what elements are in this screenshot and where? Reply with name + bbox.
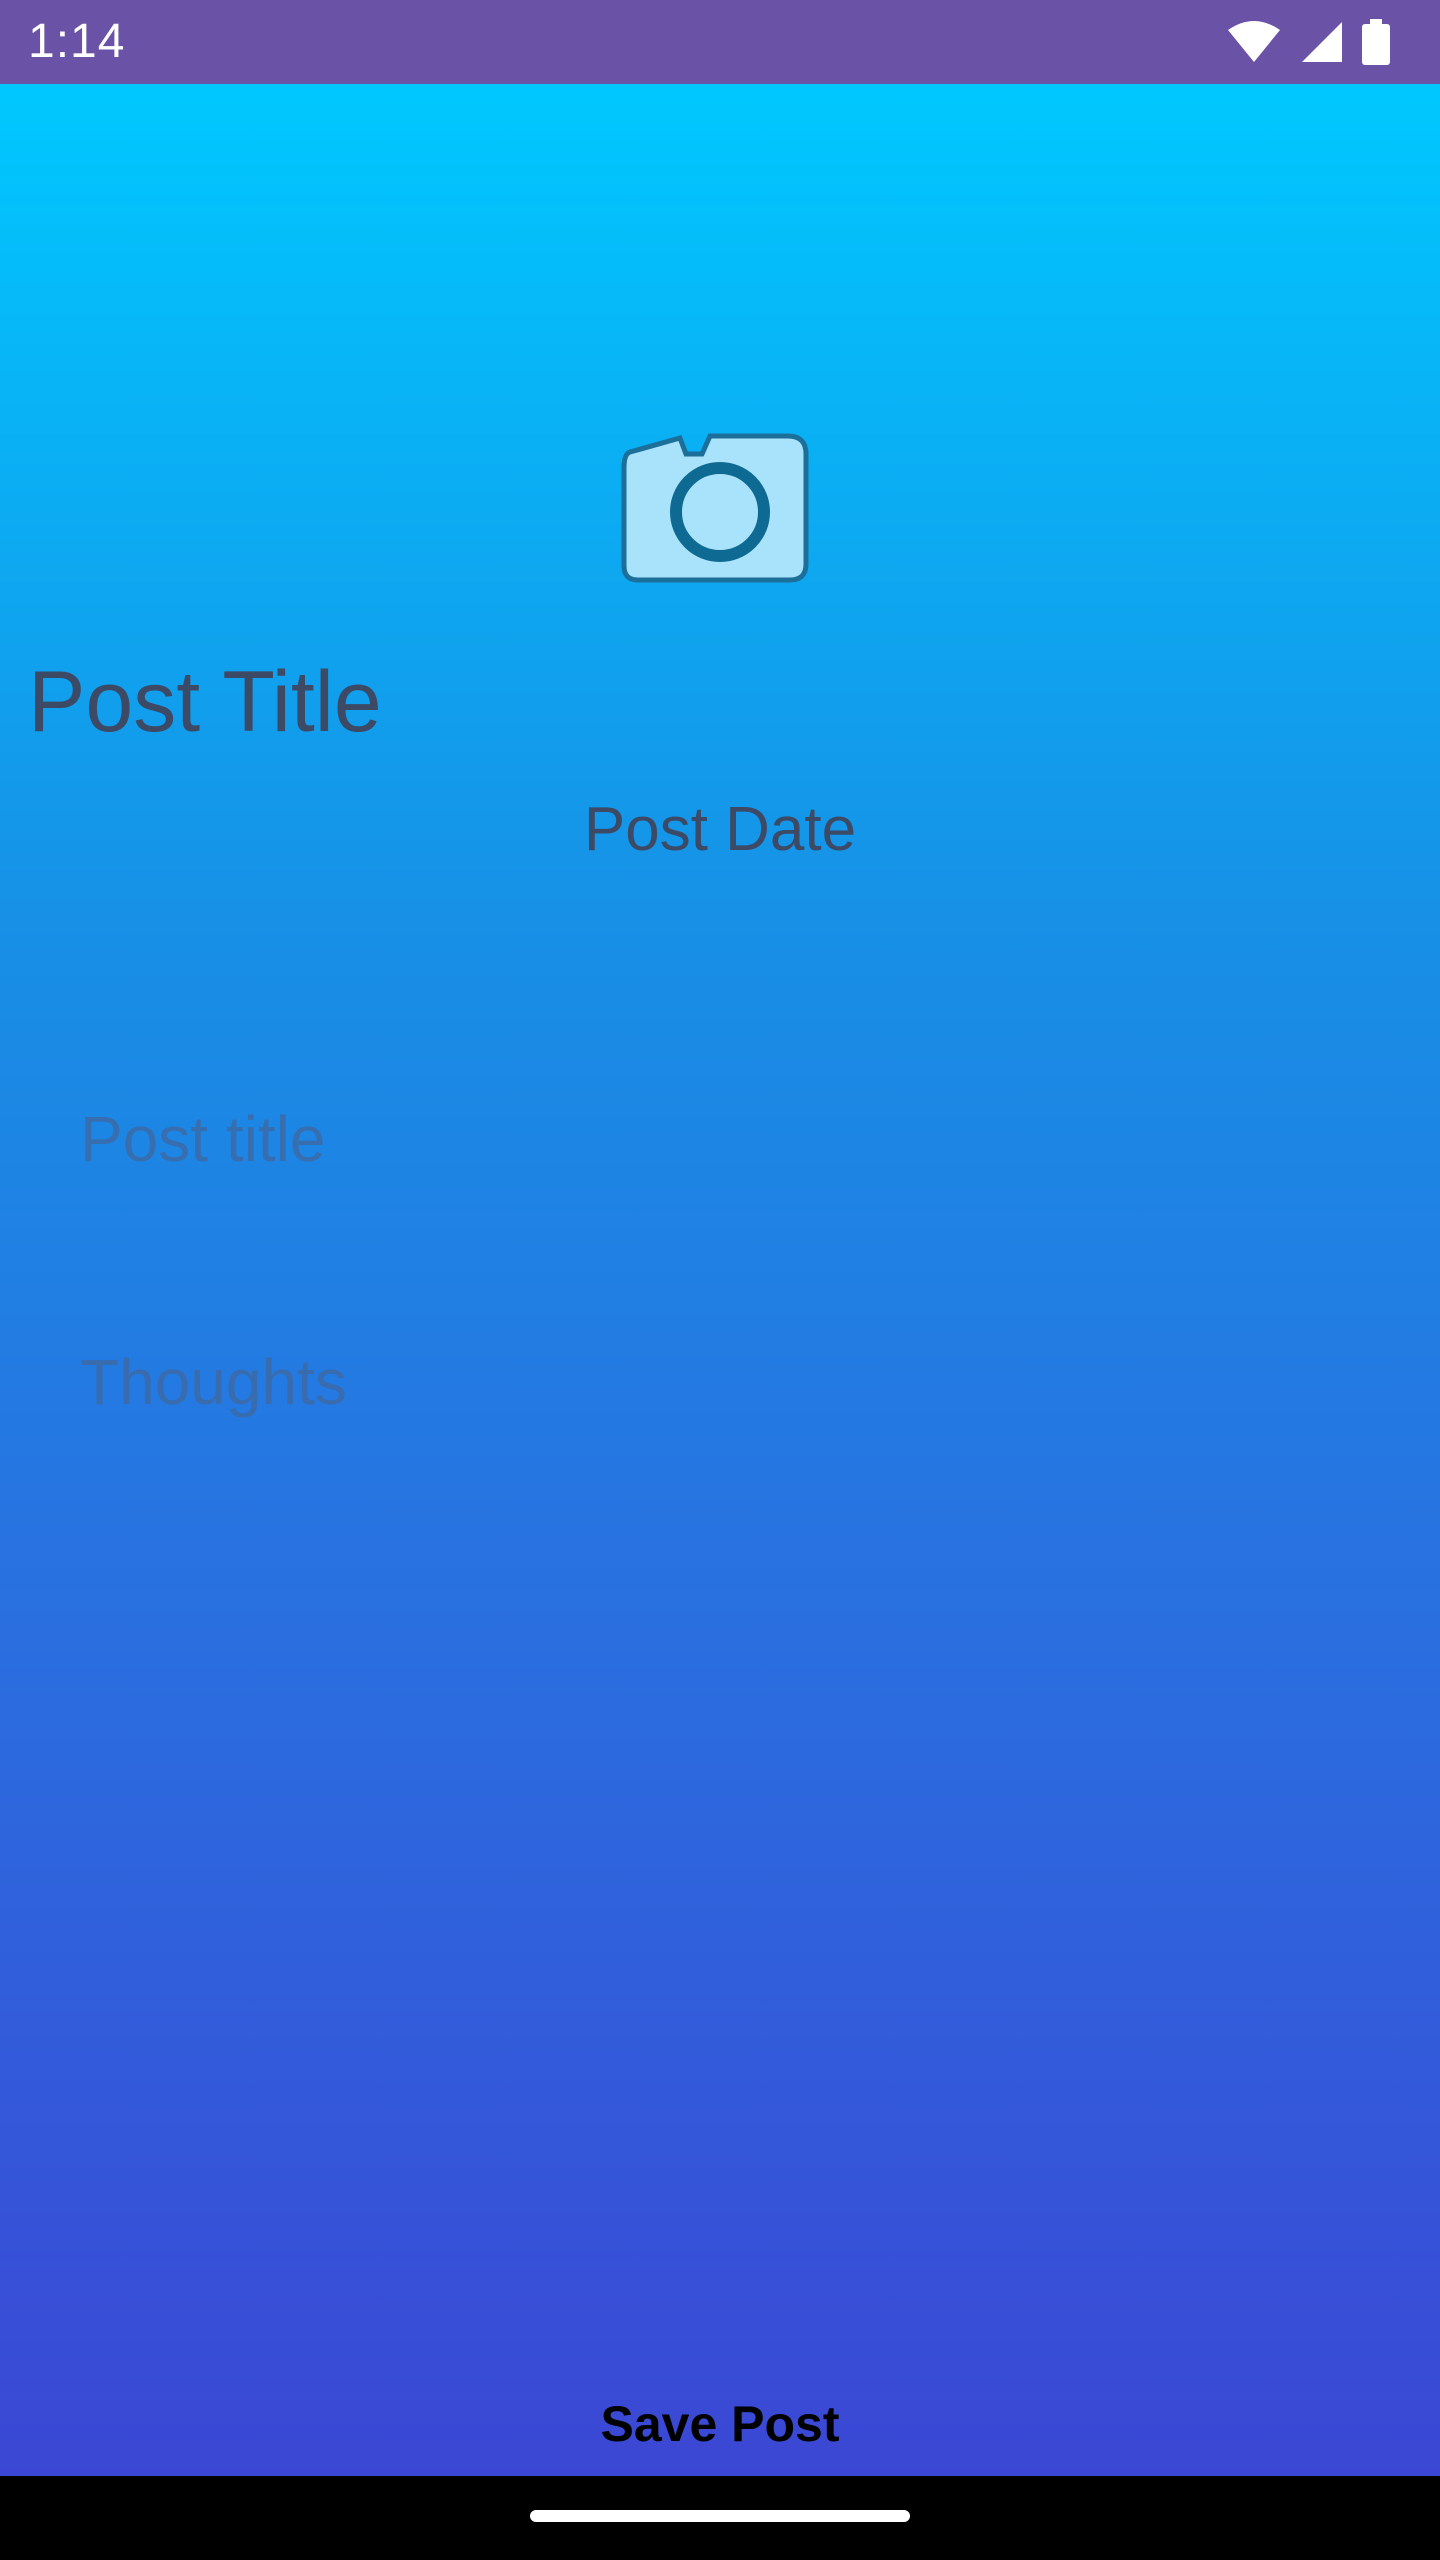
post-title-input[interactable]	[80, 1094, 1360, 1184]
camera-button[interactable]	[610, 414, 830, 594]
thoughts-input[interactable]	[80, 1342, 1360, 1962]
new-post-screen: Post Title Post Date Save Post	[0, 84, 1440, 2476]
status-time: 1:14	[28, 15, 126, 68]
save-post-button[interactable]: Save Post	[470, 2374, 970, 2474]
wifi-icon	[1226, 20, 1282, 64]
signal-icon	[1300, 20, 1344, 64]
home-handle[interactable]	[530, 2510, 910, 2522]
post-date: Post Date	[583, 795, 857, 864]
post-title-heading: Post Title	[28, 654, 382, 750]
status-bar: 1:14	[0, 0, 1440, 84]
status-icons	[1226, 18, 1390, 66]
battery-icon	[1362, 19, 1390, 65]
camera-icon	[621, 433, 809, 583]
navigation-bar	[0, 2476, 1440, 2560]
